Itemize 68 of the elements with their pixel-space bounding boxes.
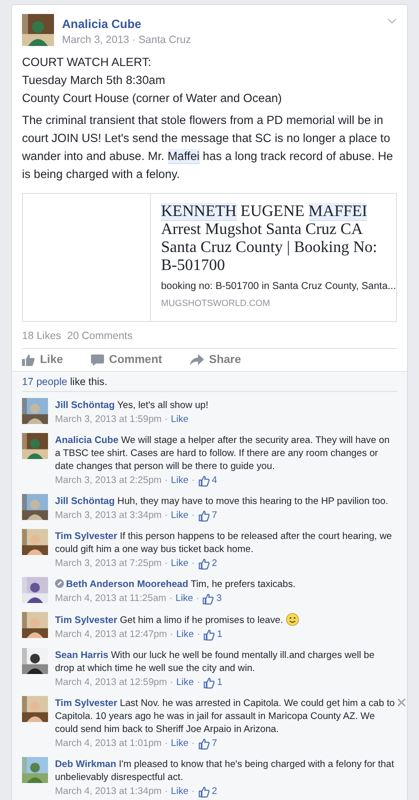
- comment-time[interactable]: March 4, 2013 at 12:47pm: [55, 628, 167, 642]
- comment-button[interactable]: Comment: [91, 354, 162, 366]
- separator-dot: ·: [164, 509, 168, 523]
- comment-text: Tim Sylvester Last Nov. he was arrested in Capitola. We could get him a cab to Capitola. 10 years ago he was in jail for assault in Maricopa County AZ. We could send him back to Sheriff Joe Arpaio in Arizona.: [55, 697, 395, 736]
- like-count[interactable]: 1: [217, 628, 222, 642]
- separator-dot: ·: [164, 474, 168, 488]
- comment-time[interactable]: March 4, 2013 at 11:25am: [55, 592, 166, 606]
- like-link[interactable]: Like: [176, 628, 194, 642]
- post-line: County Court House (corner of Water and Ocean): [22, 90, 283, 107]
- like-count[interactable]: 2: [212, 557, 218, 571]
- like-count[interactable]: 1: [217, 676, 222, 690]
- link-description: booking no: B-501700 in Santa Cruz County, Santa...: [161, 281, 396, 292]
- likes-summary: 17 people like this.: [22, 372, 397, 392]
- like-count[interactable]: 7: [212, 737, 218, 751]
- like-count[interactable]: 3: [216, 592, 222, 606]
- separator-dot: ·: [164, 557, 168, 571]
- separator-dot: ·: [191, 557, 195, 571]
- like-link[interactable]: Like: [170, 413, 188, 427]
- comment-text: Tim Sylvester If this person happens to be released after the court hearing, we could gift him a one way bus ticket back home.: [55, 530, 393, 556]
- comment-time[interactable]: March 3, 2013 at 2:25pm: [55, 474, 162, 488]
- author-name[interactable]: Analicia Cube: [62, 17, 191, 31]
- comment-text: Jill Schöntag Huh, they may have to move this hearing to the HP pavilion too.: [55, 495, 390, 508]
- share-button[interactable]: Share: [190, 354, 242, 366]
- separator-dot: ·: [164, 737, 168, 751]
- comment-text: Jill Schöntag Yes, let's all show up!: [55, 399, 210, 412]
- comment-time[interactable]: March 3, 2013 at 7:25pm: [55, 557, 162, 571]
- comment-text: Beth Anderson Moorehead Tim, he prefers taxicabs.: [55, 578, 395, 591]
- like-count[interactable]: 7: [212, 509, 218, 523]
- separator-dot: ·: [191, 509, 195, 523]
- post-text: The criminal transient that stole flowers from a PD memorial will be in court JOIN US! Let's send the message that SC is no longer a place to wander into and abuse. Mr. Maffei has a long track record of abuse. He is being charged with a felony.: [22, 112, 394, 183]
- like-button[interactable]: Like: [22, 354, 64, 366]
- like-link[interactable]: Like: [170, 737, 188, 751]
- separator-dot: ·: [196, 676, 200, 690]
- separator-dot: ·: [170, 676, 174, 690]
- separator-dot: ·: [170, 628, 174, 642]
- like-link[interactable]: Like: [170, 474, 188, 488]
- separator-dot: ·: [191, 737, 195, 751]
- like-count[interactable]: 4: [212, 474, 218, 488]
- link-title[interactable]: KENNETH EUGENE MAFFEI Arrest Mugshot Santa Cruz CA Santa Cruz County | Booking No: B-501700: [161, 203, 396, 275]
- separator-dot: ·: [196, 628, 200, 642]
- separator-dot: ·: [191, 474, 195, 488]
- comment-text: Tim Sylvester Get him a limo if he promises to leave.: [55, 613, 395, 627]
- comment-text: Sean Harris With our luck he well be found mentally ill.and charges well be drop at which time he well sue the city and win.: [55, 649, 376, 675]
- comment-time[interactable]: March 3, 2013 at 3:34pm: [55, 509, 162, 523]
- like-link[interactable]: Like: [170, 509, 188, 523]
- separator-dot: ·: [191, 785, 195, 799]
- comment-time[interactable]: March 4, 2013 at 1:34pm: [55, 785, 162, 799]
- separator-dot: ·: [169, 592, 172, 606]
- link-domain: MUGSHOTSWORLD.COM: [161, 298, 271, 308]
- link-preview[interactable]: KENNETH EUGENE MAFFEI Arrest Mugshot Santa Cruz CA Santa Cruz County | Booking No: B-501700 booking no: B-501700 in Santa Cruz County, Santa... MUGSHOTSWORLD.COM: [22, 193, 397, 322]
- comments-count[interactable]: 20 Comments: [67, 330, 132, 342]
- like-link[interactable]: Like: [170, 785, 188, 799]
- comment-time[interactable]: March 4, 2013 at 12:59pm: [55, 676, 167, 690]
- comment-text: Analicia Cube We will stage a helper after the security area. They will have on a TBSC tee shirt. Cases are hard to follow. If there are any room changes or date changes that person will be there to guide you.: [55, 434, 391, 473]
- comment-time[interactable]: March 4, 2013 at 1:01pm: [55, 737, 162, 751]
- separator-dot: ·: [196, 592, 200, 606]
- post-line: COURT WATCH ALERT:: [22, 54, 152, 71]
- separator-dot: ·: [164, 785, 168, 799]
- like-link[interactable]: Like: [176, 676, 194, 690]
- likes-count[interactable]: 18 Likes: [22, 330, 62, 342]
- like-count[interactable]: 2: [212, 785, 218, 799]
- comment-time[interactable]: March 3, 2013 at 1:59pm: [55, 413, 162, 427]
- post-line: Tuesday March 5th 8:30am: [22, 72, 166, 89]
- comment-text: Deb Wirkman I'm pleased to know that he's being charged with a felony for that unbelievably disrespectful act.: [55, 758, 395, 784]
- like-link[interactable]: Like: [170, 557, 188, 571]
- separator-dot: ·: [164, 413, 168, 427]
- like-link[interactable]: Like: [176, 592, 194, 606]
- post-meta: March 3, 2013 · Santa Cruz: [62, 34, 191, 46]
